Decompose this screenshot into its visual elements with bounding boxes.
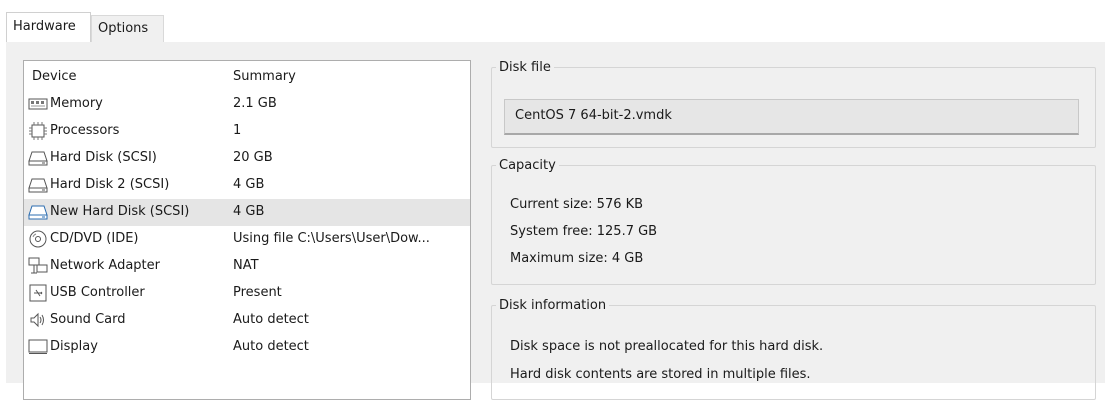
device-name: Display bbox=[50, 339, 98, 354]
device-summary: 4 GB bbox=[233, 177, 265, 192]
hard-disk-icon bbox=[28, 178, 48, 193]
device-row-hard-disk[interactable]: Hard Disk (SCSI) 20 GB bbox=[24, 145, 470, 172]
maximum-size-text: Maximum size: 4 GB bbox=[510, 251, 644, 266]
disk-information-group: Disk information Disk space is not preal… bbox=[491, 298, 1096, 400]
device-row-memory[interactable]: Memory 2.1 GB bbox=[24, 91, 470, 118]
disk-file-group: Disk file CentOS 7 64-bit-2.vmdk bbox=[491, 60, 1096, 148]
device-name: USB Controller bbox=[50, 285, 145, 300]
preallocation-text: Disk space is not preallocated for this … bbox=[510, 339, 824, 354]
device-summary: Auto detect bbox=[233, 339, 309, 354]
device-row-cd-dvd[interactable]: CD/DVD (IDE) Using file C:\Users\User\Do… bbox=[24, 226, 470, 253]
device-summary: Auto detect bbox=[233, 312, 309, 327]
list-header: Device Summary bbox=[24, 61, 470, 91]
device-summary: 2.1 GB bbox=[233, 96, 277, 111]
device-row-sound-card[interactable]: Sound Card Auto detect bbox=[24, 307, 470, 334]
usb-icon bbox=[29, 284, 47, 302]
multiple-files-text: Hard disk contents are stored in multipl… bbox=[510, 367, 811, 382]
device-name: Processors bbox=[50, 123, 120, 138]
device-row-processors[interactable]: Processors 1 bbox=[24, 118, 470, 145]
capacity-group: Capacity Current size: 576 KB System fre… bbox=[491, 158, 1096, 285]
device-name: CD/DVD (IDE) bbox=[50, 231, 139, 246]
display-icon bbox=[28, 339, 48, 354]
device-name: Memory bbox=[50, 96, 103, 111]
speaker-icon bbox=[30, 312, 44, 328]
disk-file-legend: Disk file bbox=[499, 60, 551, 75]
column-header-device[interactable]: Device bbox=[32, 69, 76, 84]
disk-information-legend: Disk information bbox=[499, 298, 607, 313]
network-adapter-icon bbox=[28, 257, 48, 274]
device-name: Sound Card bbox=[50, 312, 126, 327]
device-row-display[interactable]: Display Auto detect bbox=[24, 334, 470, 361]
device-row-hard-disk-2[interactable]: Hard Disk 2 (SCSI) 4 GB bbox=[24, 172, 470, 199]
disk-file-field[interactable]: CentOS 7 64-bit-2.vmdk bbox=[504, 99, 1079, 135]
device-summary: 1 bbox=[233, 123, 242, 138]
cd-dvd-icon bbox=[29, 230, 47, 248]
tab-strip: Hardware Options bbox=[6, 12, 1105, 43]
memory-icon bbox=[28, 98, 48, 110]
device-summary: 4 GB bbox=[233, 204, 265, 219]
column-header-summary[interactable]: Summary bbox=[233, 69, 296, 84]
device-name: Network Adapter bbox=[50, 258, 160, 273]
tab-hardware[interactable]: Hardware bbox=[6, 12, 91, 42]
current-size-text: Current size: 576 KB bbox=[510, 197, 644, 212]
device-row-new-hard-disk[interactable]: New Hard Disk (SCSI) 4 GB bbox=[24, 199, 470, 226]
device-summary: Present bbox=[233, 285, 282, 300]
device-name: Hard Disk 2 (SCSI) bbox=[50, 177, 170, 192]
device-summary: Using file C:\Users\User\Dow... bbox=[233, 231, 430, 246]
system-free-text: System free: 125.7 GB bbox=[510, 224, 658, 239]
hard-disk-icon bbox=[28, 151, 48, 166]
device-list[interactable]: Device Summary Memory 2.1 GB Processors … bbox=[23, 60, 471, 400]
capacity-legend: Capacity bbox=[499, 158, 556, 173]
processor-icon bbox=[29, 122, 47, 140]
device-summary: NAT bbox=[233, 258, 259, 273]
tab-options[interactable]: Options bbox=[91, 15, 164, 42]
hard-disk-icon bbox=[28, 205, 48, 220]
device-name: New Hard Disk (SCSI) bbox=[50, 204, 190, 219]
device-row-network-adapter[interactable]: Network Adapter NAT bbox=[24, 253, 470, 280]
device-summary: 20 GB bbox=[233, 150, 273, 165]
device-row-usb-controller[interactable]: USB Controller Present bbox=[24, 280, 470, 307]
device-name: Hard Disk (SCSI) bbox=[50, 150, 157, 165]
